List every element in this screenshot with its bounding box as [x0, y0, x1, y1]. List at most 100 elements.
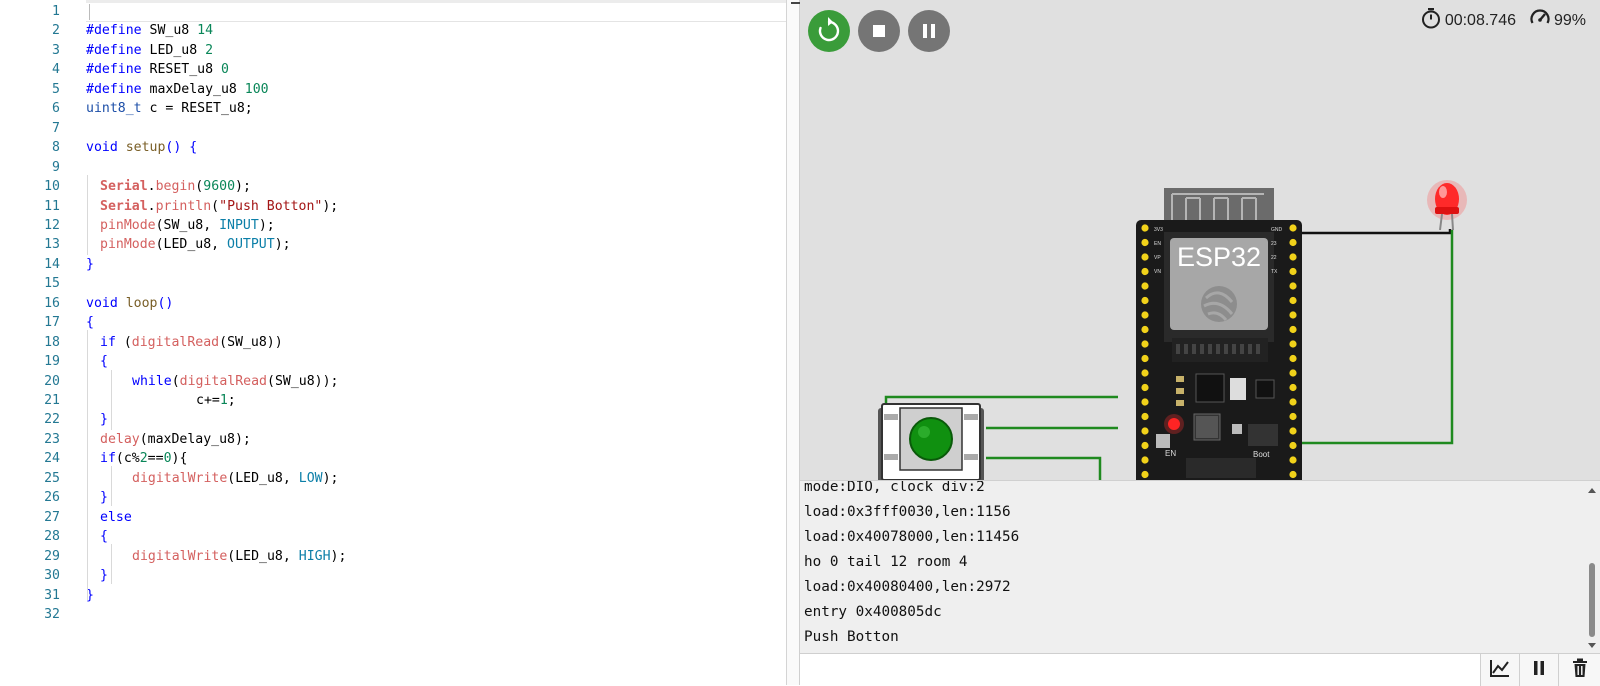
code-token: ); [322, 199, 339, 214]
svg-text:22: 22 [1271, 255, 1277, 261]
code-line[interactable]: 17 { [0, 313, 786, 333]
header-pin[interactable] [1289, 296, 1297, 305]
header-pin[interactable] [1141, 412, 1149, 421]
header-pin[interactable] [1289, 427, 1297, 435]
code-line[interactable]: 6 uint8_t c = RESET_u8; [0, 99, 786, 119]
header-pin[interactable] [1289, 412, 1297, 421]
header-pin[interactable] [1289, 470, 1297, 479]
serial-monitor[interactable]: mode:DIO, clock div:2 load:0x3fff0030,le… [800, 480, 1600, 654]
serial-scrollbar[interactable] [1586, 485, 1598, 651]
code-line[interactable]: 3 #define LED_u8 2 [0, 41, 786, 61]
code-token: digitalWrite [132, 471, 228, 486]
code-line[interactable]: 21 c+=1; [0, 391, 786, 411]
line-number: 31 [44, 588, 60, 603]
svg-text:TX: TX [1271, 269, 1278, 275]
serial-line: load:0x40080400,len:2972 [804, 579, 1011, 595]
code-token: } [86, 257, 94, 272]
header-pin[interactable] [1289, 441, 1297, 450]
header-pin[interactable] [1141, 354, 1149, 363]
code-line[interactable]: 26} [0, 488, 786, 508]
code-line[interactable]: 25 digitalWrite(LED_u8, LOW); [0, 469, 786, 489]
esp32-board[interactable]: 3V3 EN VP VN GND 23 22 TX ESP32 EN Boot [1136, 188, 1302, 480]
header-pin[interactable] [1141, 398, 1149, 406]
line-number: 19 [44, 354, 60, 369]
header-pin[interactable] [1141, 456, 1149, 464]
header-pin[interactable] [1289, 369, 1297, 377]
header-pin[interactable] [1141, 224, 1149, 232]
code-editor[interactable]: 1 2 #define SW_u8 14 3 #define LED_u8 2 4 #def… [0, 0, 786, 685]
code-line[interactable]: 18 if (digitalRead(SW_u8)) [0, 333, 786, 353]
code-token: 2 [139, 451, 148, 466]
code-line[interactable]: 13 pinMode(LED_u8, OUTPUT); [0, 235, 786, 255]
code-line[interactable]: 31} [0, 586, 786, 606]
header-pin[interactable] [1141, 427, 1149, 435]
code-line[interactable]: 24 if(c%2==0){ [0, 449, 786, 469]
serial-input[interactable] [802, 657, 1482, 685]
code-token: #define [86, 82, 142, 97]
red-led[interactable] [1417, 172, 1477, 242]
code-line[interactable]: 16 void loop() [0, 294, 786, 314]
header-pin[interactable] [1289, 238, 1297, 247]
header-pin[interactable] [1141, 296, 1149, 305]
header-pin[interactable] [1289, 311, 1297, 319]
code-line[interactable]: 9 [0, 158, 786, 178]
code-line[interactable]: 19 { [0, 352, 786, 372]
code-line[interactable]: 7 [0, 119, 786, 139]
wire-button-gnd [986, 456, 1102, 480]
header-pin[interactable] [1141, 369, 1149, 377]
code-line[interactable]: 8 void setup() { [0, 138, 786, 158]
header-pin[interactable] [1141, 253, 1149, 261]
code-line[interactable]: 14} [0, 255, 786, 275]
code-line[interactable]: 30} [0, 566, 786, 586]
code-text: delay(maxDelay_u8); [100, 430, 251, 450]
header-pin[interactable] [1141, 441, 1149, 450]
header-pin[interactable] [1289, 253, 1297, 261]
code-line[interactable]: 29 digitalWrite(LED_u8, HIGH); [0, 547, 786, 567]
esp32-label: ESP32 [1176, 242, 1262, 272]
plotter-button[interactable] [1480, 654, 1519, 686]
code-token: (SW_u8)) [219, 335, 283, 350]
code-line[interactable]: 20 while(digitalRead(SW_u8)); [0, 372, 786, 392]
code-line[interactable]: 27 else [0, 508, 786, 528]
serial-pause-button[interactable] [1519, 654, 1558, 686]
header-pin[interactable] [1289, 340, 1297, 348]
header-pin[interactable] [1141, 311, 1149, 319]
code-line[interactable]: 2 #define SW_u8 14 [0, 21, 786, 41]
simulation-canvas[interactable]: 00:08.746 99% 3V3 EN VP VN GND 23 22 TX … [800, 0, 1600, 480]
code-line[interactable]: 23 delay(maxDelay_u8); [0, 430, 786, 450]
code-line[interactable]: 4 #define RESET_u8 0 [0, 60, 786, 80]
code-line[interactable]: 22} [0, 410, 786, 430]
line-number: 27 [44, 510, 60, 525]
code-line[interactable]: 11 Serial.println("Push Botton"); [0, 197, 786, 217]
trash-icon [1572, 658, 1588, 683]
header-pin[interactable] [1141, 267, 1149, 276]
code-line[interactable]: 15 [0, 274, 786, 294]
panel-divider[interactable] [786, 0, 801, 685]
header-pin[interactable] [1141, 238, 1149, 247]
header-pin[interactable] [1289, 383, 1297, 392]
code-line[interactable]: 10 Serial.begin(9600); [0, 177, 786, 197]
header-pin[interactable] [1289, 456, 1297, 464]
header-pin[interactable] [1141, 340, 1149, 348]
header-pin[interactable] [1289, 224, 1297, 232]
header-pin[interactable] [1141, 325, 1149, 334]
header-pin[interactable] [1289, 398, 1297, 406]
code-line[interactable]: 32 [0, 605, 786, 625]
header-pin[interactable] [1289, 267, 1297, 276]
header-pin[interactable] [1289, 354, 1297, 363]
code-token: #define [86, 62, 142, 77]
clear-output-button[interactable] [1558, 654, 1600, 686]
code-token: println [155, 199, 212, 214]
push-button[interactable] [876, 402, 986, 480]
code-line[interactable]: 5 #define maxDelay_u8 100 [0, 80, 786, 100]
header-pin[interactable] [1141, 383, 1149, 392]
header-pin[interactable] [1289, 325, 1297, 334]
code-token: digitalRead [131, 335, 220, 350]
header-pin[interactable] [1141, 282, 1149, 290]
header-pin[interactable] [1141, 470, 1149, 479]
header-pin[interactable] [1289, 282, 1297, 290]
code-line[interactable]: 12 pinMode(SW_u8, INPUT); [0, 216, 786, 236]
code-line[interactable]: 28 { [0, 527, 786, 547]
code-line[interactable]: 1 [0, 2, 786, 22]
